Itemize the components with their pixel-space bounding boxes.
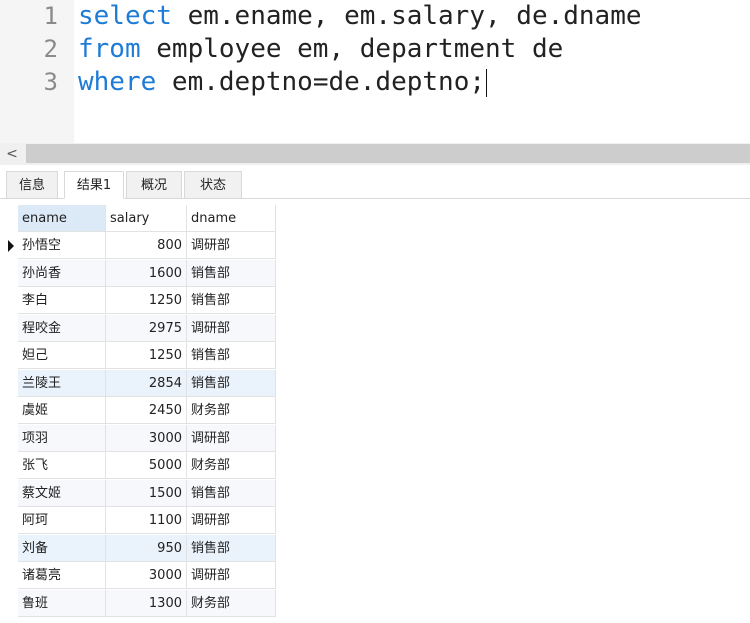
row-indicator	[6, 562, 16, 589]
cell-ename[interactable]: 妲己	[18, 342, 106, 369]
cell-ename[interactable]: 孙尚香	[18, 259, 106, 287]
text-cursor	[486, 68, 488, 97]
row-indicator	[6, 370, 16, 397]
row-indicator	[6, 342, 16, 369]
row-indicator	[6, 232, 16, 259]
code-line-2[interactable]: 2 from employee em, department de	[0, 33, 750, 66]
row-indicator	[6, 507, 16, 534]
cell-ename[interactable]: 孙悟空	[18, 232, 106, 259]
cell-salary[interactable]: 950	[106, 534, 187, 562]
sql-keyword: from	[78, 34, 141, 64]
cell-salary[interactable]: 1300	[106, 589, 187, 617]
sql-text: em.deptno=de.deptno;	[156, 67, 486, 97]
cell-ename[interactable]: 兰陵王	[18, 369, 106, 397]
cell-dname[interactable]: 调研部	[187, 314, 276, 342]
sql-editor[interactable]: 1 select em.ename, em.salary, de.dname 2…	[0, 0, 750, 143]
sql-keyword: where	[78, 67, 157, 97]
cell-salary[interactable]: 3000	[106, 562, 187, 589]
cell-dname[interactable]: 调研部	[187, 507, 276, 534]
row-indicator	[6, 287, 16, 314]
cell-salary[interactable]: 2975	[106, 314, 187, 342]
column-header-ename[interactable]: ename	[18, 205, 106, 232]
cell-ename[interactable]: 蔡文姬	[18, 479, 106, 507]
column-header-salary[interactable]: salary	[106, 205, 187, 232]
cell-ename[interactable]: 张飞	[18, 452, 106, 479]
sql-text: em.ename, em.salary, de.dname	[171, 1, 642, 31]
tab-info[interactable]: 信息	[6, 171, 58, 198]
row-indicator	[6, 315, 16, 342]
column-header-dname[interactable]: dname	[187, 205, 276, 232]
code-line-1[interactable]: 1 select em.ename, em.salary, de.dname	[0, 0, 750, 33]
cell-salary[interactable]: 1100	[106, 507, 187, 534]
cell-ename[interactable]: 阿珂	[18, 507, 106, 534]
cell-dname[interactable]: 财务部	[187, 452, 276, 479]
line-number: 2	[43, 35, 58, 63]
scrollbar-thumb[interactable]	[26, 144, 750, 163]
cell-dname[interactable]: 销售部	[187, 369, 276, 397]
cell-dname[interactable]: 调研部	[187, 232, 276, 259]
cell-dname[interactable]: 调研部	[187, 562, 276, 589]
cell-salary[interactable]: 2450	[106, 397, 187, 424]
code-text[interactable]: select em.ename, em.salary, de.dname	[78, 0, 642, 33]
row-indicator	[6, 397, 16, 424]
cell-ename[interactable]: 李白	[18, 287, 106, 314]
row-indicator	[6, 590, 16, 617]
cell-dname[interactable]: 调研部	[187, 424, 276, 452]
row-indicator	[6, 260, 16, 287]
line-number: 1	[43, 2, 58, 30]
cell-dname[interactable]: 财务部	[187, 589, 276, 617]
code-text[interactable]: from employee em, department de	[78, 33, 563, 66]
row-indicator	[6, 425, 16, 452]
row-indicator	[6, 480, 16, 507]
tab-result-1[interactable]: 结果1	[64, 171, 124, 199]
cell-salary[interactable]: 3000	[106, 424, 187, 452]
cell-ename[interactable]: 刘备	[18, 534, 106, 562]
cell-dname[interactable]: 销售部	[187, 259, 276, 287]
row-indicator	[6, 535, 16, 562]
cell-dname[interactable]: 财务部	[187, 397, 276, 424]
cell-salary[interactable]: 1600	[106, 259, 187, 287]
cell-dname[interactable]: 销售部	[187, 342, 276, 369]
cell-salary[interactable]: 1250	[106, 342, 187, 369]
sql-keyword: select	[78, 1, 172, 31]
horizontal-scrollbar[interactable]: <	[0, 143, 750, 165]
cell-ename[interactable]: 诸葛亮	[18, 562, 106, 589]
scroll-left-icon[interactable]: <	[0, 143, 24, 165]
current-row-icon	[8, 240, 14, 252]
cell-salary[interactable]: 1500	[106, 479, 187, 507]
cell-ename[interactable]: 鲁班	[18, 589, 106, 617]
cell-ename[interactable]: 程咬金	[18, 314, 106, 342]
cell-salary[interactable]: 2854	[106, 369, 187, 397]
line-number: 3	[43, 68, 58, 96]
tab-status[interactable]: 状态	[184, 171, 242, 198]
cell-salary[interactable]: 5000	[106, 452, 187, 479]
cell-salary[interactable]: 800	[106, 232, 187, 259]
cell-ename[interactable]: 虞姬	[18, 397, 106, 424]
sql-text: employee em, department de	[140, 34, 564, 64]
tab-overview[interactable]: 概况	[126, 171, 182, 198]
cell-ename[interactable]: 项羽	[18, 424, 106, 452]
cell-salary[interactable]: 1250	[106, 287, 187, 314]
code-text[interactable]: where em.deptno=de.deptno;	[78, 66, 488, 99]
result-tabs: 信息 结果1 概况 状态	[0, 168, 750, 199]
row-indicator	[6, 452, 16, 479]
cell-dname[interactable]: 销售部	[187, 287, 276, 314]
code-line-3[interactable]: 3 where em.deptno=de.deptno;	[0, 66, 750, 99]
cell-dname[interactable]: 销售部	[187, 479, 276, 507]
cell-dname[interactable]: 销售部	[187, 534, 276, 562]
